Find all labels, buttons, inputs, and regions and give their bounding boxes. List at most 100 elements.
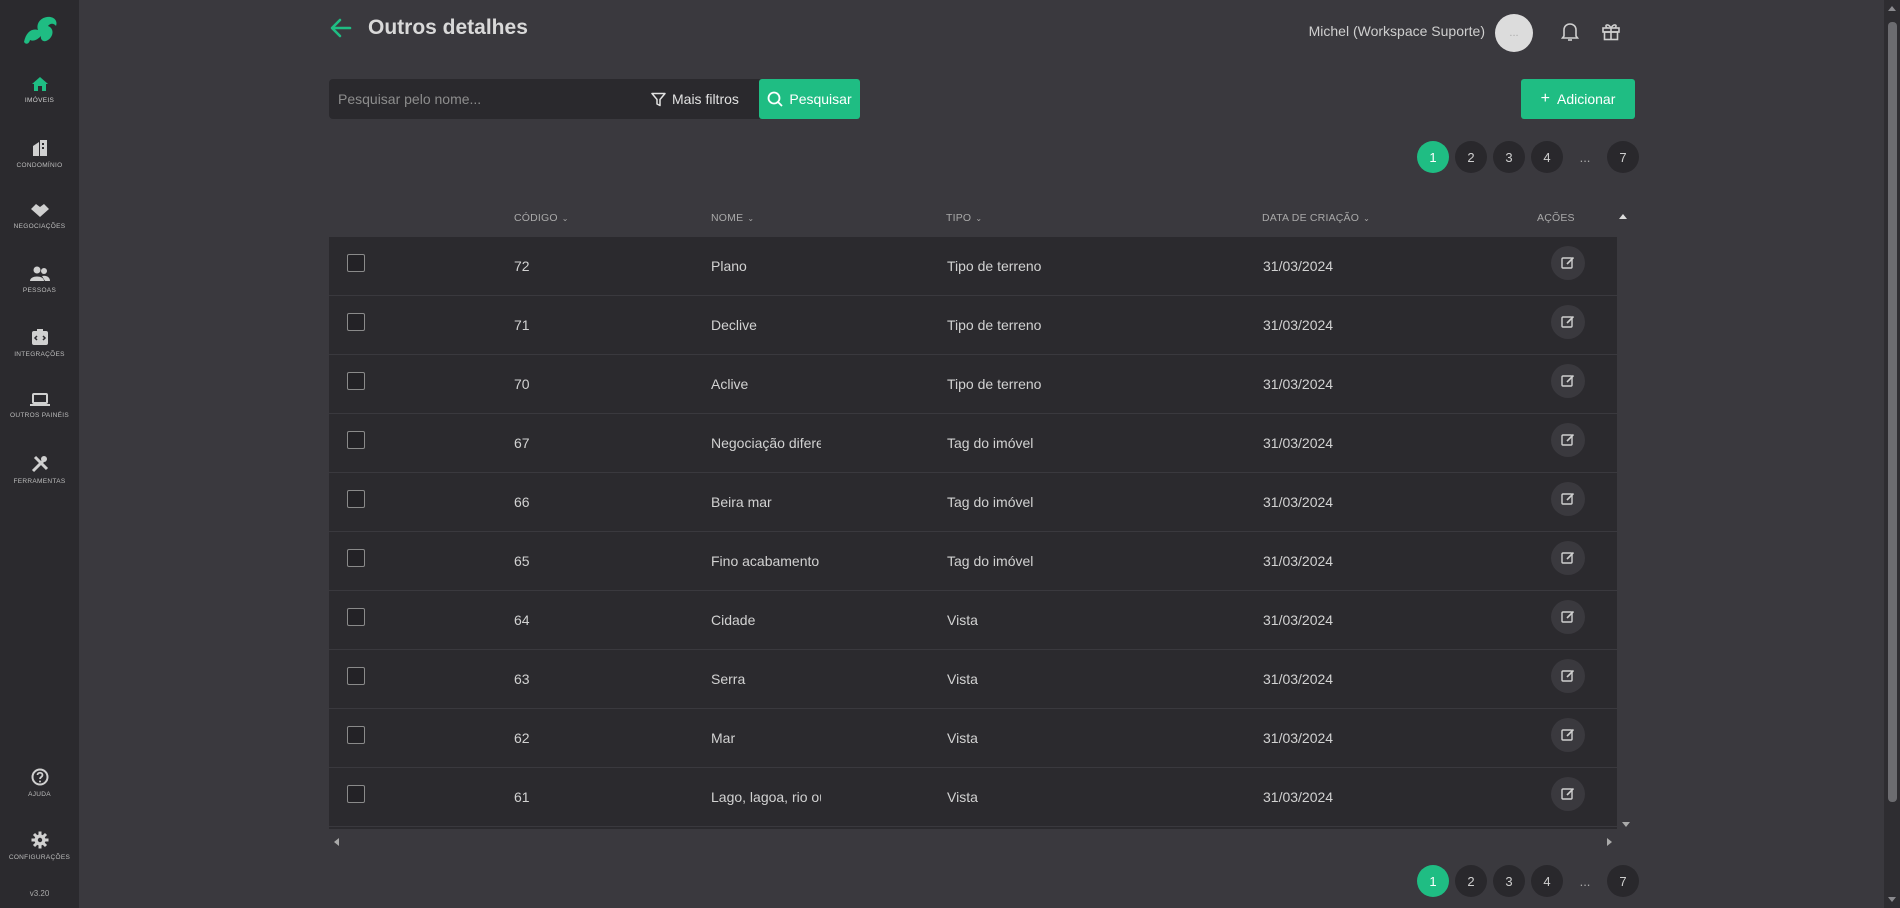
edit-button[interactable] xyxy=(1551,246,1585,280)
page-button[interactable]: 1 xyxy=(1417,865,1449,897)
sidebar-item-condominio[interactable]: Condomínio xyxy=(0,139,79,169)
table-body: 72 Plano Tipo de terreno 31/03/2024 71 Decliv… xyxy=(329,237,1617,829)
cell-type: Vista xyxy=(947,789,978,805)
cell-code: 64 xyxy=(514,612,530,628)
edit-button[interactable] xyxy=(1551,364,1585,398)
edit-button[interactable] xyxy=(1551,423,1585,457)
edit-icon xyxy=(1561,728,1575,742)
edit-icon xyxy=(1561,610,1575,624)
sidebar-item-integracoes[interactable]: Integrações xyxy=(0,328,79,358)
edit-button[interactable] xyxy=(1551,305,1585,339)
edit-button[interactable] xyxy=(1551,482,1585,516)
cell-code: 67 xyxy=(514,435,530,451)
row-checkbox[interactable] xyxy=(347,549,365,567)
column-header-name[interactable]: NOME ⌄ xyxy=(711,212,754,224)
sidebar-item-ajuda[interactable]: Ajuda xyxy=(0,768,79,798)
scroll-up-arrow[interactable] xyxy=(1888,6,1896,11)
cell-type: Tipo de terreno xyxy=(947,258,1042,274)
sidebar-item-outros-paineis[interactable]: Outros painéis xyxy=(0,393,79,419)
sidebar-item-ferramentas[interactable]: Ferramentas xyxy=(0,455,79,485)
sidebar-item-label: Ferramentas xyxy=(13,478,66,485)
row-checkbox[interactable] xyxy=(347,254,365,272)
row-checkbox[interactable] xyxy=(347,372,365,390)
page-button[interactable]: 3 xyxy=(1493,865,1525,897)
building-icon xyxy=(32,140,47,156)
edit-button[interactable] xyxy=(1551,600,1585,634)
edit-button[interactable] xyxy=(1551,541,1585,575)
search-input[interactable] xyxy=(329,79,639,119)
row-checkbox[interactable] xyxy=(347,431,365,449)
sidebar-item-label: Configurações xyxy=(8,854,71,861)
column-header-type[interactable]: TIPO ⌄ xyxy=(946,212,982,224)
cell-type: Tag do imóvel xyxy=(947,494,1034,510)
row-checkbox[interactable] xyxy=(347,667,365,685)
edit-button[interactable] xyxy=(1551,777,1585,811)
sidebar-item-label: Pessoas xyxy=(22,287,57,294)
cell-code: 71 xyxy=(514,317,530,333)
cell-created: 31/03/2024 xyxy=(1263,317,1334,333)
cell-name: Fino acabamento xyxy=(711,553,820,569)
table-row[interactable]: 65 Fino acabamento Tag do imóvel 31/03/2024 xyxy=(329,532,1617,591)
more-filters-button[interactable]: Mais filtros xyxy=(651,79,739,119)
edit-button[interactable] xyxy=(1551,659,1585,693)
horizontal-scrollbar[interactable] xyxy=(329,836,1617,848)
table-row[interactable]: 66 Beira mar Tag do imóvel 31/03/2024 xyxy=(329,473,1617,532)
row-checkbox[interactable] xyxy=(347,785,365,803)
page-button[interactable]: 2 xyxy=(1455,865,1487,897)
help-icon xyxy=(31,768,48,786)
table-row[interactable]: 63 Serra Vista 31/03/2024 xyxy=(329,650,1617,709)
sidebar-item-negociacoes[interactable]: Negociações xyxy=(0,202,79,230)
row-checkbox[interactable] xyxy=(347,313,365,331)
sidebar-item-imoveis[interactable]: Imóveis xyxy=(0,76,79,104)
page-button[interactable]: 1 xyxy=(1417,141,1449,173)
table-row[interactable]: 71 Declive Tipo de terreno 31/03/2024 xyxy=(329,296,1617,355)
logo[interactable] xyxy=(20,14,60,46)
chevron-down-icon: ⌄ xyxy=(975,213,983,223)
search-bar: Mais filtros Pesquisar xyxy=(329,79,860,119)
column-header-created[interactable]: DATA DE CRIAÇÃO ⌄ xyxy=(1262,212,1370,224)
page-button[interactable]: 2 xyxy=(1455,141,1487,173)
cell-created: 31/03/2024 xyxy=(1263,553,1334,569)
cell-created: 31/03/2024 xyxy=(1263,789,1334,805)
cell-created: 31/03/2024 xyxy=(1263,435,1334,451)
search-button[interactable]: Pesquisar xyxy=(759,79,860,119)
scroll-down-arrow[interactable] xyxy=(1888,897,1896,902)
column-header-code[interactable]: CÓDIGO ⌄ xyxy=(514,212,569,224)
row-checkbox[interactable] xyxy=(347,726,365,744)
page-button-last[interactable]: 7 xyxy=(1607,865,1639,897)
sidebar-item-pessoas[interactable]: Pessoas xyxy=(0,266,79,294)
table-scroll-down-arrow[interactable] xyxy=(1622,822,1630,827)
page-scrollbar[interactable] xyxy=(1884,0,1900,908)
table-row[interactable]: 61 Lago, lagoa, rio ou Vista 31/03/2024 xyxy=(329,768,1617,827)
scroll-left-arrow[interactable] xyxy=(334,838,339,846)
bell-icon[interactable] xyxy=(1561,22,1579,42)
cell-code: 63 xyxy=(514,671,530,687)
page-button[interactable]: 4 xyxy=(1531,141,1563,173)
home-icon xyxy=(31,77,48,91)
table-row[interactable]: 62 Mar Vista 31/03/2024 xyxy=(329,709,1617,768)
plus-icon: + xyxy=(1540,90,1550,107)
gift-icon[interactable] xyxy=(1601,21,1621,41)
scroll-right-arrow[interactable] xyxy=(1607,838,1612,846)
add-button[interactable]: + Adicionar xyxy=(1521,79,1635,119)
page-button[interactable]: 4 xyxy=(1531,865,1563,897)
page-button-last[interactable]: 7 xyxy=(1607,141,1639,173)
scrollbar-thumb[interactable] xyxy=(1888,22,1897,802)
caret-up-icon[interactable] xyxy=(1619,214,1627,219)
user-name[interactable]: Michel (Workspace Suporte) xyxy=(1309,23,1485,39)
table-row[interactable]: 64 Cidade Vista 31/03/2024 xyxy=(329,591,1617,650)
edit-button[interactable] xyxy=(1551,718,1585,752)
cell-type: Vista xyxy=(947,730,978,746)
table-row[interactable]: 70 Aclive Tipo de terreno 31/03/2024 xyxy=(329,355,1617,414)
back-arrow-icon[interactable] xyxy=(330,18,352,38)
tools-icon xyxy=(31,455,48,473)
avatar[interactable]: ... xyxy=(1495,14,1533,52)
cell-code: 70 xyxy=(514,376,530,392)
row-checkbox[interactable] xyxy=(347,608,365,626)
table-row[interactable]: 72 Plano Tipo de terreno 31/03/2024 xyxy=(329,237,1617,296)
sidebar-item-configuracoes[interactable]: Configurações xyxy=(0,831,79,861)
page-title: Outros detalhes xyxy=(368,16,528,39)
table-row[interactable]: 67 Negociação difere Tag do imóvel 31/03/20… xyxy=(329,414,1617,473)
row-checkbox[interactable] xyxy=(347,490,365,508)
page-button[interactable]: 3 xyxy=(1493,141,1525,173)
